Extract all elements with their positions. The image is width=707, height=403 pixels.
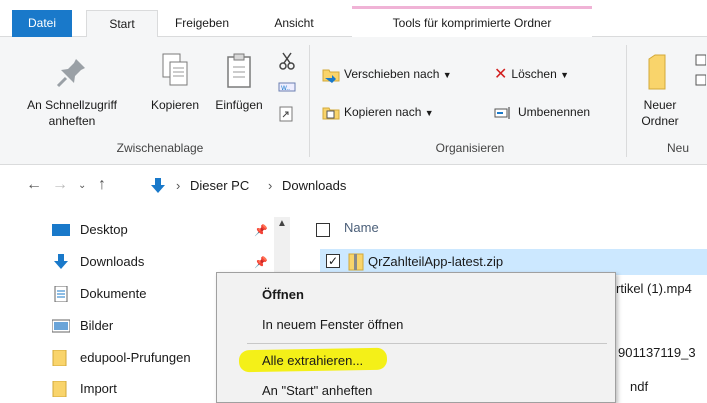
scissors-icon bbox=[279, 52, 295, 70]
svg-text:W..: W.. bbox=[281, 85, 290, 92]
desktop-icon bbox=[52, 224, 70, 236]
delete-button[interactable]: ✕ Löschen ▼ bbox=[494, 63, 569, 85]
chevron-down-icon: ▼ bbox=[424, 108, 434, 118]
folder-icon bbox=[52, 350, 67, 366]
tab-ansicht[interactable]: Ansicht bbox=[262, 10, 326, 37]
pin-icon bbox=[56, 59, 85, 88]
menu-item-pin-start[interactable]: An "Start" anheften bbox=[262, 383, 372, 398]
paste-shortcut-button[interactable] bbox=[278, 105, 298, 125]
pin-quick-access-button[interactable]: An Schnellzugriff anheften bbox=[4, 49, 140, 129]
pinned-icon[interactable]: 📌 bbox=[254, 224, 268, 237]
nav-item-label: Import bbox=[80, 381, 117, 396]
folder-icon bbox=[52, 381, 67, 397]
copy-label: Kopieren bbox=[150, 98, 200, 112]
copy-path-button[interactable]: W.. bbox=[278, 81, 298, 97]
menu-item-open[interactable]: Öffnen bbox=[262, 287, 304, 302]
pinned-icon[interactable]: 📌 bbox=[254, 256, 268, 269]
pin-label-line1: An Schnellzugriff bbox=[27, 98, 117, 112]
column-header-name[interactable]: Name bbox=[344, 220, 379, 235]
move-to-label: Verschieben nach bbox=[344, 67, 440, 81]
address-bar[interactable]: › Dieser PC › Downloads bbox=[118, 170, 707, 202]
copy-to-button[interactable]: Kopieren nach ▼ bbox=[322, 101, 434, 123]
breadcrumb-this-pc[interactable]: Dieser PC bbox=[190, 178, 249, 193]
rename-button[interactable]: Umbenennen bbox=[494, 101, 590, 123]
group-separator bbox=[626, 45, 627, 157]
tab-freigeben[interactable]: Freigeben bbox=[162, 10, 242, 37]
group-label-organize: Organisieren bbox=[435, 141, 505, 155]
group-separator bbox=[309, 45, 310, 157]
breadcrumb-separator: › bbox=[268, 178, 273, 193]
documents-icon bbox=[54, 286, 68, 302]
tab-compressed-folder-tools[interactable]: Tools für komprimierte Ordner bbox=[352, 6, 592, 37]
paste-button[interactable]: Einfügen bbox=[206, 49, 272, 113]
move-to-icon bbox=[322, 69, 340, 83]
downloads-arrow-icon bbox=[151, 178, 165, 193]
breadcrumb-downloads[interactable]: Downloads bbox=[282, 178, 346, 193]
copy-to-icon bbox=[322, 107, 340, 120]
menu-separator bbox=[247, 343, 607, 344]
new-folder-label-1: Neuer bbox=[643, 98, 677, 112]
paste-label: Einfügen bbox=[215, 98, 263, 112]
menu-item-extract-all[interactable]: Alle extrahieren... bbox=[262, 353, 363, 368]
forward-arrow-icon[interactable]: → bbox=[52, 176, 68, 194]
nav-item-label: Downloads bbox=[80, 254, 145, 269]
pictures-icon bbox=[52, 319, 70, 333]
rename-icon bbox=[494, 106, 510, 119]
select-all-checkbox[interactable] bbox=[316, 223, 330, 237]
tab-datei[interactable]: Datei bbox=[12, 10, 72, 37]
file-name-partial: ndf bbox=[630, 379, 649, 394]
rename-label: Umbenennen bbox=[518, 105, 591, 119]
pin-label-line2: anheften bbox=[48, 114, 96, 128]
chevron-down-icon: ▼ bbox=[442, 70, 452, 80]
group-label-new: Neu bbox=[666, 141, 689, 155]
breadcrumb-separator: › bbox=[176, 178, 181, 193]
context-menu: Öffnen In neuem Fenster öffnen Alle extr… bbox=[216, 272, 616, 403]
back-arrow-icon[interactable]: ← bbox=[26, 176, 42, 194]
chevron-down-icon: ▼ bbox=[560, 70, 570, 80]
paste-icon bbox=[227, 53, 251, 88]
new-item-icon[interactable] bbox=[694, 51, 706, 91]
tab-start[interactable]: Start bbox=[86, 10, 158, 38]
delete-x-icon: ✕ bbox=[494, 65, 508, 83]
menu-item-open-new-window[interactable]: In neuem Fenster öffnen bbox=[262, 317, 403, 332]
nav-item-label: Dokumente bbox=[80, 286, 147, 301]
ribbon-tab-bar: Datei Start Freigeben Ansicht Tools für … bbox=[0, 0, 707, 38]
new-folder-button[interactable]: Neuer Ordner bbox=[632, 49, 688, 129]
copy-to-label: Kopieren nach bbox=[344, 105, 422, 119]
recent-chevron-icon[interactable]: ⌄ bbox=[78, 180, 86, 191]
row-checkbox[interactable]: ✓ bbox=[326, 254, 340, 268]
delete-label: Löschen bbox=[511, 67, 557, 81]
nav-item-label: edupool-Prufungen bbox=[80, 350, 191, 365]
group-label-clipboard: Zwischenablage bbox=[116, 141, 204, 155]
move-to-button[interactable]: Verschieben nach ▼ bbox=[322, 63, 452, 85]
nav-item-label: Desktop bbox=[80, 222, 128, 237]
address-row: ← → ⌄ ↑ › Dieser PC › Downloads bbox=[0, 166, 707, 210]
scroll-up-icon[interactable]: ▲ bbox=[277, 218, 287, 229]
copy-button[interactable]: Kopieren bbox=[142, 49, 208, 113]
ribbon: An Schnellzugriff anheften Kopieren Einf… bbox=[0, 37, 707, 165]
cut-button[interactable] bbox=[278, 51, 298, 71]
new-folder-icon bbox=[648, 54, 666, 90]
file-name-partial: 901137119_3 bbox=[618, 345, 696, 360]
zip-folder-icon bbox=[348, 253, 364, 271]
downloads-icon bbox=[54, 254, 68, 269]
new-folder-label-2: Ordner bbox=[641, 114, 679, 128]
copy-icon bbox=[162, 53, 188, 86]
paste-shortcut-icon bbox=[279, 106, 293, 122]
nav-item-label: Bilder bbox=[80, 318, 114, 333]
up-arrow-icon[interactable]: ↑ bbox=[98, 176, 106, 194]
copy-path-icon: W.. bbox=[278, 82, 296, 92]
file-name-partial: rtikel (1).mp4 bbox=[616, 281, 692, 296]
